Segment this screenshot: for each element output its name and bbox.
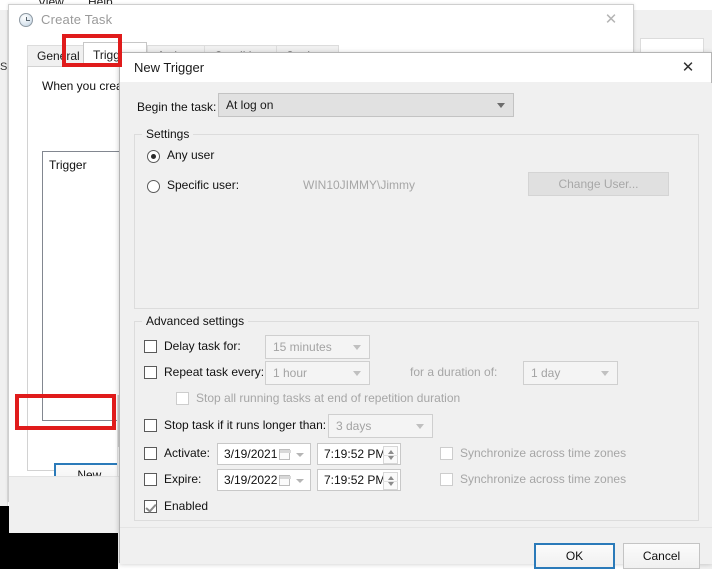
checkbox-activate-sync bbox=[440, 447, 453, 460]
chevron-down-icon[interactable] bbox=[296, 479, 304, 483]
expire-date-value: 3/19/2022 bbox=[224, 473, 278, 487]
activate-time-field[interactable]: 7:19:52 PM bbox=[317, 443, 401, 465]
background-left-strip bbox=[0, 10, 8, 506]
new-trigger-dialog: New Trigger ✕ Begin the task: At log on … bbox=[119, 52, 712, 569]
enabled-label: Enabled bbox=[164, 499, 209, 513]
stop-task-value: 3 days bbox=[336, 419, 372, 433]
activate-sync-label: Synchronize across time zones bbox=[460, 446, 627, 460]
tab-general[interactable]: General bbox=[27, 45, 90, 67]
clock-icon bbox=[19, 13, 33, 27]
duration-dropdown[interactable]: 1 day bbox=[523, 361, 618, 385]
change-user-button: Change User... bbox=[528, 172, 669, 196]
new-trigger-body: Begin the task: At log on Settings Any u… bbox=[120, 83, 712, 569]
checkbox-expire-sync bbox=[440, 473, 453, 486]
specific-user-value: WIN10JIMMY\Jimmy bbox=[303, 178, 415, 192]
checkbox-repeat-task[interactable] bbox=[144, 366, 157, 379]
any-user-label: Any user bbox=[167, 148, 215, 162]
repeat-task-dropdown[interactable]: 1 hour bbox=[265, 361, 370, 385]
begin-task-value: At log on bbox=[226, 98, 274, 112]
triggers-column-header: Trigger bbox=[49, 158, 87, 172]
chevron-down-icon bbox=[601, 371, 609, 376]
advanced-settings-group-title: Advanced settings bbox=[142, 314, 249, 328]
create-task-title-bar: Create Task ✕ bbox=[9, 5, 633, 35]
new-trigger-title: New Trigger bbox=[134, 60, 205, 75]
activate-time-value: 7:19:52 PM bbox=[324, 447, 386, 461]
begin-task-dropdown[interactable]: At log on bbox=[218, 93, 514, 117]
checkbox-enabled[interactable] bbox=[144, 500, 157, 513]
cancel-button[interactable]: Cancel bbox=[623, 543, 700, 569]
chevron-down-icon[interactable] bbox=[296, 453, 304, 457]
stop-task-dropdown[interactable]: 3 days bbox=[328, 414, 433, 438]
repeat-task-label: Repeat task every: bbox=[164, 365, 265, 379]
close-icon[interactable]: ✕ bbox=[589, 5, 633, 34]
checkbox-stop-task[interactable] bbox=[144, 419, 157, 432]
expire-sync-label: Synchronize across time zones bbox=[460, 472, 627, 486]
calendar-icon bbox=[279, 475, 291, 486]
settings-group-title: Settings bbox=[142, 127, 194, 141]
specific-user-label: Specific user: bbox=[167, 178, 240, 192]
checkbox-expire[interactable] bbox=[144, 473, 157, 486]
expire-time-field[interactable]: 7:19:52 PM bbox=[317, 469, 401, 491]
checkbox-activate[interactable] bbox=[144, 447, 157, 460]
stop-all-running-label: Stop all running tasks at end of repetit… bbox=[196, 391, 461, 405]
radio-any-user[interactable] bbox=[147, 150, 160, 163]
create-task-title: Create Task bbox=[41, 12, 113, 27]
duration-value: 1 day bbox=[531, 366, 561, 380]
expire-label: Expire: bbox=[164, 472, 202, 486]
calendar-icon bbox=[279, 449, 291, 460]
checkbox-stop-all-running bbox=[176, 392, 189, 405]
expire-date-field[interactable]: 3/19/2022 bbox=[217, 469, 311, 491]
dialog-footer-separator bbox=[120, 527, 712, 528]
chevron-down-icon bbox=[497, 103, 505, 108]
screen-root: View Help S Create Task ✕ General Trigge… bbox=[0, 0, 712, 569]
ok-button[interactable]: OK bbox=[534, 543, 615, 569]
close-icon[interactable]: ✕ bbox=[665, 53, 711, 83]
stop-task-label: Stop task if it runs longer than: bbox=[164, 418, 327, 432]
background-side-letters: S bbox=[0, 61, 8, 73]
chevron-down-icon bbox=[353, 371, 361, 376]
activate-date-field[interactable]: 3/19/2021 bbox=[217, 443, 311, 465]
checkbox-delay-task[interactable] bbox=[144, 340, 157, 353]
repeat-task-value: 1 hour bbox=[273, 366, 308, 380]
expire-time-value: 7:19:52 PM bbox=[324, 473, 386, 487]
delay-task-value: 15 minutes bbox=[273, 340, 332, 354]
duration-label: for a duration of: bbox=[410, 365, 498, 379]
radio-specific-user[interactable] bbox=[147, 180, 160, 193]
chevron-down-icon bbox=[416, 424, 424, 429]
activate-label: Activate: bbox=[164, 446, 211, 460]
new-trigger-title-bar: New Trigger ✕ bbox=[120, 53, 711, 83]
spinner-divider bbox=[383, 481, 398, 482]
chevron-down-icon bbox=[353, 345, 361, 350]
begin-task-label: Begin the task: bbox=[137, 100, 217, 114]
activate-date-value: 3/19/2021 bbox=[224, 447, 278, 461]
delay-task-dropdown[interactable]: 15 minutes bbox=[265, 335, 370, 359]
settings-group bbox=[134, 134, 699, 309]
spinner-divider bbox=[383, 455, 398, 456]
delay-task-label: Delay task for: bbox=[164, 339, 241, 353]
